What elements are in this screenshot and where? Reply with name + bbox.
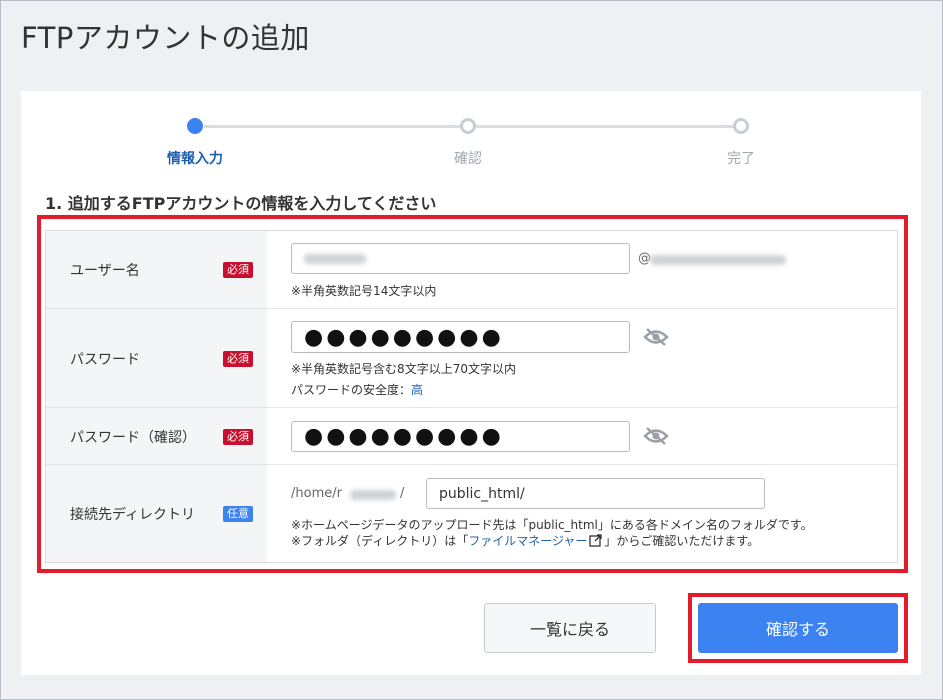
username-note: ※半角英数記号14文字以内 <box>291 284 437 298</box>
username-label-cell: ユーザー名 必須 <box>46 231 267 308</box>
password-note: ※半角英数記号含む8文字以上70文字以内 <box>291 362 516 376</box>
masked-domain <box>650 255 786 265</box>
back-to-list-button[interactable]: 一覧に戻る <box>484 603 656 653</box>
directory-note-1: ※ホームページデータのアップロード先は「public_html」にある各ドメイン… <box>291 518 813 532</box>
note-2-end: 」からご確認いただけます。 <box>604 534 760 548</box>
required-badge: 必須 <box>223 429 253 445</box>
password-confirm-row: パスワード（確認） 必須 ●●●●●●●●● <box>46 408 897 465</box>
step-label-complete: 完了 <box>727 151 755 167</box>
password-label: パスワード <box>70 352 140 368</box>
password-confirm-value: ●●●●●●●●● <box>304 424 504 449</box>
directory-row: 接続先ディレクトリ 任意 /home/r / public_html/ ※ホーム… <box>46 465 897 562</box>
strength-value: 高 <box>411 383 424 397</box>
external-link-icon[interactable] <box>589 534 603 547</box>
required-badge: 必須 <box>223 262 253 278</box>
password-label-cell: パスワード 必須 <box>46 309 267 407</box>
step-label-input: 情報入力 <box>167 151 223 167</box>
directory-value: public_html/ <box>439 485 525 502</box>
directory-label: 接続先ディレクトリ <box>70 507 196 523</box>
note-2-start: ※フォルダ（ディレクトリ）は「 <box>291 534 469 548</box>
form-table: ユーザー名 必須 @ ※半角英数記号14文字以内 パスワード 必須 ●●●●●●… <box>45 230 898 563</box>
password-confirm-label-cell: パスワード（確認） 必須 <box>46 408 267 464</box>
step-label-confirm: 確認 <box>454 151 482 167</box>
username-input[interactable] <box>291 243 630 274</box>
optional-badge: 任意 <box>223 506 253 522</box>
password-row: パスワード 必須 ●●●●●●●●● ※半角英数記号含む8文字以上70文字以内 … <box>46 309 897 408</box>
page-title: FTPアカウントの追加 <box>21 21 310 55</box>
eye-off-icon[interactable] <box>643 327 669 347</box>
masked-username <box>304 253 366 264</box>
file-manager-link[interactable]: ファイルマネージャー <box>468 532 587 549</box>
strength-label: パスワードの安全度： <box>291 383 412 397</box>
password-strength: パスワードの安全度：高 <box>291 381 423 398</box>
masked-home-dir <box>350 490 396 500</box>
section-heading: 1. 追加するFTPアカウントの情報を入力してください <box>45 194 437 213</box>
stepper-line <box>204 125 468 128</box>
directory-prefix: /home/r <box>291 486 342 501</box>
directory-note-2: ※フォルダ（ディレクトリ）は「 ファイルマネージャー 」からご確認いただけます。 <box>291 532 759 549</box>
directory-input[interactable]: public_html/ <box>426 478 765 509</box>
progress-stepper: 情報入力 確認 完了 <box>21 91 921 181</box>
step-dot-complete <box>733 118 749 134</box>
password-confirm-label: パスワード（確認） <box>70 430 196 446</box>
directory-label-cell: 接続先ディレクトリ 任意 <box>46 465 267 562</box>
password-input[interactable]: ●●●●●●●●● <box>291 321 630 353</box>
confirm-button[interactable]: 確認する <box>698 603 898 653</box>
step-dot-input <box>187 118 203 134</box>
password-value: ●●●●●●●●● <box>304 324 504 350</box>
step-dot-confirm <box>460 118 476 134</box>
form-card: 情報入力 確認 完了 1. 追加するFTPアカウントの情報を入力してください ユ… <box>21 91 921 675</box>
username-label: ユーザー名 <box>70 263 140 279</box>
required-badge: 必須 <box>223 351 253 367</box>
username-row: ユーザー名 必須 @ ※半角英数記号14文字以内 <box>46 231 897 309</box>
directory-slash: / <box>400 486 405 501</box>
stepper-line <box>476 125 738 128</box>
password-confirm-input[interactable]: ●●●●●●●●● <box>291 421 630 452</box>
eye-off-icon[interactable] <box>643 426 669 446</box>
